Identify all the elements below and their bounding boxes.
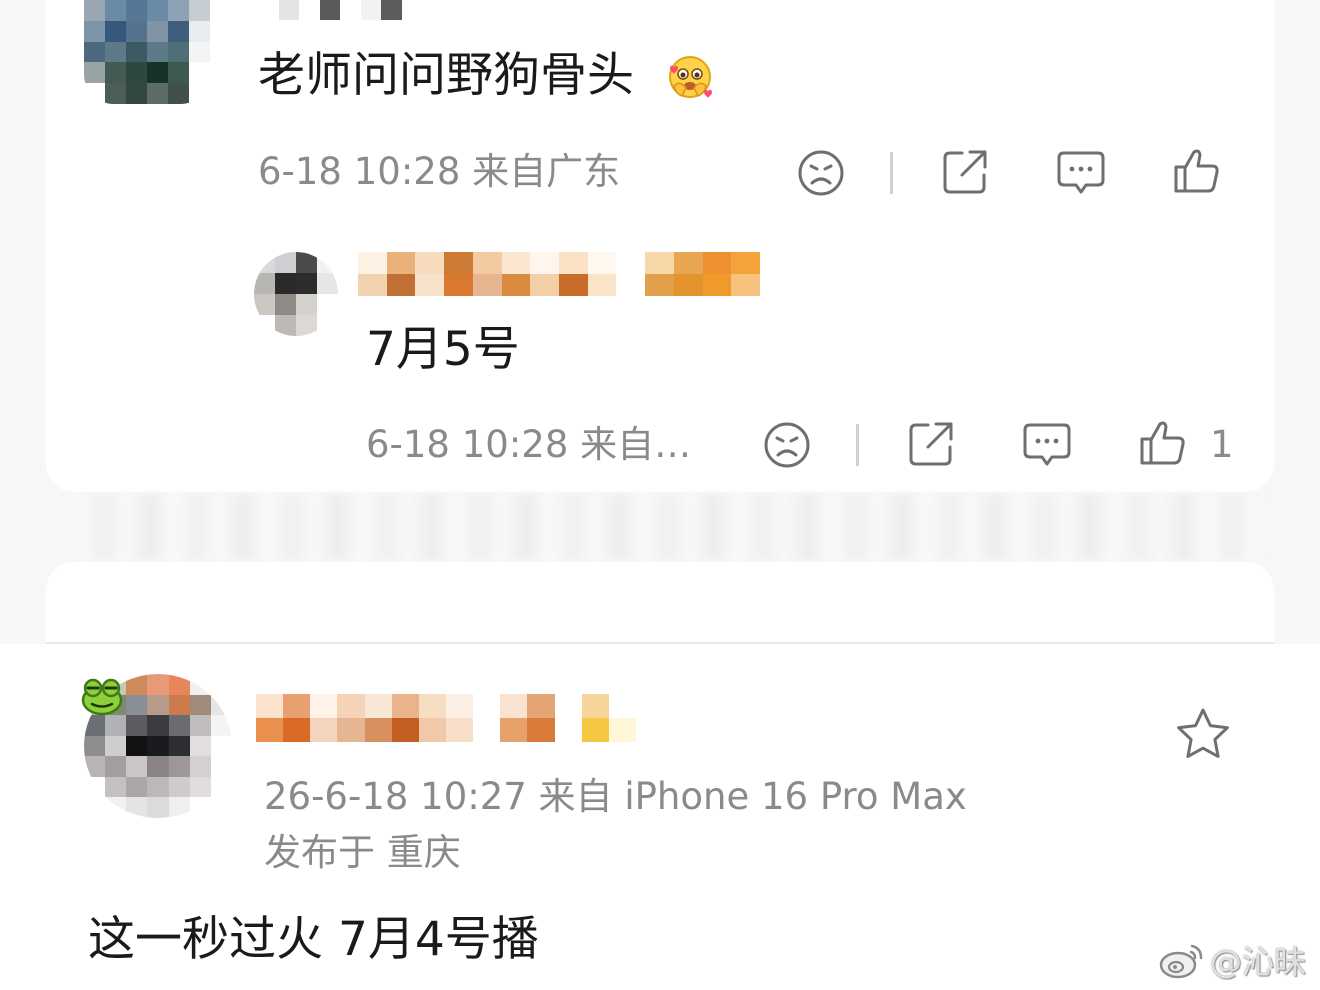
comment-icon[interactable] bbox=[1022, 420, 1072, 470]
divider bbox=[46, 642, 1274, 644]
username-pixelated[interactable] bbox=[258, 0, 422, 20]
post-meta-time: 26-6-18 10:27 来自 iPhone 16 Pro Max bbox=[264, 775, 967, 818]
dislike-icon[interactable] bbox=[796, 148, 846, 198]
crying-pleading-emoji bbox=[669, 56, 712, 98]
reply-text: 7月5号 bbox=[366, 322, 520, 377]
action-divider bbox=[890, 152, 893, 194]
comment-icon[interactable] bbox=[1056, 148, 1106, 198]
like-count: 1 bbox=[1210, 423, 1234, 466]
like-icon[interactable] bbox=[1172, 146, 1222, 196]
reply-username-pixelated[interactable] bbox=[358, 252, 760, 296]
post-meta-location: 发布于 重庆 bbox=[264, 831, 461, 874]
post-text: 这一秒过火 7月4号播 bbox=[88, 912, 539, 967]
frog-badge-icon bbox=[81, 678, 123, 716]
action-divider bbox=[856, 424, 859, 466]
reply-avatar[interactable] bbox=[254, 252, 338, 336]
weibo-icon bbox=[1159, 944, 1203, 979]
comment-text: 老师问问野狗骨头 bbox=[258, 48, 634, 103]
post-username-pixelated[interactable] bbox=[256, 694, 636, 742]
like-icon[interactable] bbox=[1138, 418, 1188, 468]
star-icon[interactable] bbox=[1174, 706, 1232, 764]
comment-meta: 6-18 10:28 来自广东 bbox=[258, 150, 621, 193]
share-icon[interactable] bbox=[906, 419, 956, 469]
reply-meta: 6-18 10:28 来自… bbox=[366, 423, 692, 466]
dislike-icon[interactable] bbox=[762, 420, 812, 470]
share-icon[interactable] bbox=[940, 147, 990, 197]
comment-thread-page: 老师问问野狗骨头 6-18 10:28 来自广东 7月5号 6-18 10:28 bbox=[0, 0, 1320, 990]
blurred-content bbox=[80, 494, 1260, 560]
watermark-text: @沁昧 bbox=[1210, 943, 1307, 981]
watermark: @沁昧 bbox=[1158, 938, 1306, 982]
avatar[interactable] bbox=[84, 0, 210, 104]
top-comment-card bbox=[46, 0, 1274, 492]
